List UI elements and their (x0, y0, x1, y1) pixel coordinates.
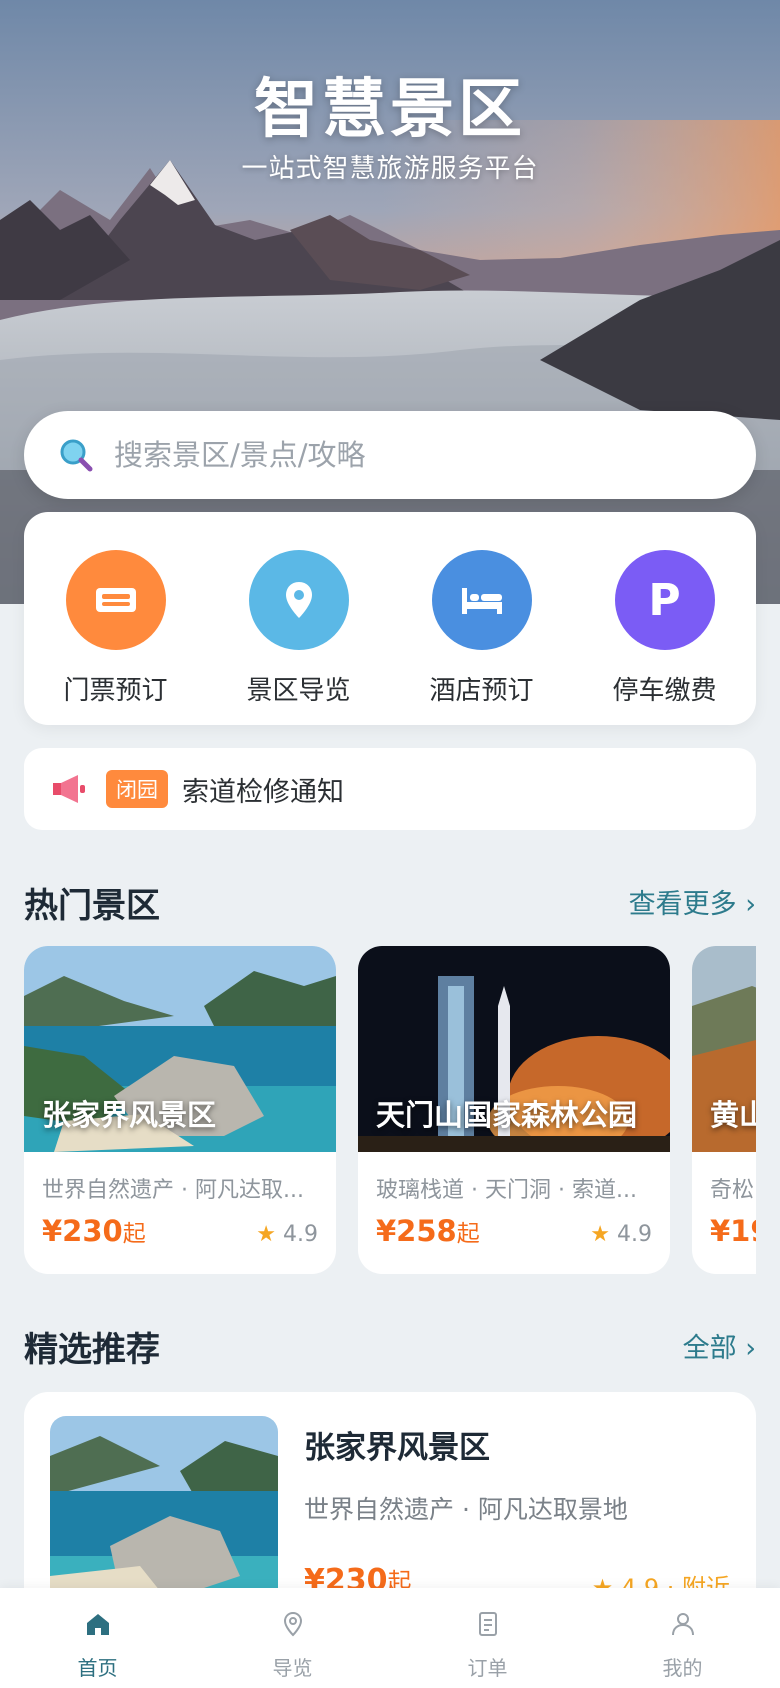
notice-tag: 闭园 (106, 770, 168, 808)
ticket-icon (65, 550, 166, 650)
hot-section-title: 热门景区 (24, 886, 160, 926)
location-pin-icon (248, 550, 349, 650)
hot-carousel[interactable]: 张家界风景区 世界自然遗产 · 阿凡达取... ¥230起 ★ 4.9 天门山国… (24, 946, 756, 1274)
hot-card-price: ¥230起 (42, 1214, 146, 1248)
parking-icon: P (614, 550, 715, 650)
quick-action-label: 门票预订 (63, 676, 168, 706)
recommend-card-desc: 世界自然遗产 · 阿凡达取景地 (304, 1495, 628, 1524)
scenic-image: 黄山 (692, 946, 756, 1152)
document-icon (478, 1612, 497, 1636)
search-input[interactable] (112, 437, 716, 473)
quick-action-parking[interactable]: P 停车缴费 (585, 512, 745, 725)
hot-card[interactable]: 张家界风景区 世界自然遗产 · 阿凡达取... ¥230起 ★ 4.9 (24, 946, 336, 1274)
tab-home[interactable]: 首页 (0, 1588, 195, 1688)
tab-orders[interactable]: 订单 (390, 1588, 585, 1688)
hot-card-name: 天门山国家森林公园 (376, 1098, 638, 1132)
hot-see-more-link[interactable]: 查看更多 › (629, 882, 756, 921)
hot-card-desc: 玻璃栈道 · 天门洞 · 索道... (376, 1178, 637, 1203)
map-pin-icon (283, 1611, 302, 1637)
hot-card-price: ¥258起 (376, 1214, 480, 1248)
search-bar[interactable] (24, 411, 756, 499)
hot-card-desc: 奇松 (710, 1178, 755, 1203)
star-icon: ★ (590, 1222, 610, 1247)
bed-icon (431, 550, 532, 650)
recommend-all-link[interactable]: 全部 › (683, 1326, 756, 1365)
hot-card-desc: 世界自然遗产 · 阿凡达取... (42, 1178, 304, 1203)
quick-action-hotel[interactable]: 酒店预订 (402, 512, 562, 725)
hot-card-price: ¥19 (710, 1214, 756, 1248)
recommend-section-title: 精选推荐 (24, 1330, 160, 1370)
quick-action-label: 酒店预订 (429, 676, 534, 706)
user-icon (671, 1613, 694, 1636)
hot-card[interactable]: 天门山国家森林公园 玻璃栈道 · 天门洞 · 索道... ¥258起 ★ 4.9 (358, 946, 670, 1274)
quick-action-ticket[interactable]: 门票预订 (36, 512, 196, 725)
scenic-image: 张家界风景区 (24, 946, 336, 1152)
scenic-image: 天门山国家森林公园 (358, 946, 670, 1152)
quick-action-label: 景区导览 (246, 676, 351, 706)
star-icon: ★ (256, 1222, 276, 1247)
scenic-image (50, 1416, 278, 1616)
hot-card-name: 黄山 (710, 1098, 756, 1132)
quick-action-label: 停车缴费 (612, 676, 717, 706)
recommend-card-name: 张家界风景区 (304, 1430, 490, 1466)
app-subtitle: 一站式智慧旅游服务平台 (241, 154, 539, 184)
hot-card-name: 张家界风景区 (42, 1098, 217, 1132)
notice-text: 索道检修通知 (182, 776, 344, 808)
quick-actions: 门票预订 景区导览 酒店预订 P 停车缴费 (24, 512, 756, 725)
hot-card-rating: ★ 4.9 (590, 1222, 652, 1247)
quick-action-guide[interactable]: 景区导览 (219, 512, 379, 725)
app-title: 智慧景区 (254, 73, 526, 147)
tab-profile[interactable]: 我的 (585, 1588, 780, 1688)
notice-bar[interactable]: 闭园 索道检修通知 (24, 748, 756, 830)
hot-card[interactable]: 黄山 奇松 ¥19 (692, 946, 756, 1274)
bottom-tab-bar: 首页 导览 订单 我的 (0, 1588, 780, 1688)
home-icon (86, 1614, 109, 1635)
megaphone-icon (53, 775, 85, 803)
search-icon (60, 439, 93, 472)
hot-card-rating: ★ 4.9 (256, 1222, 318, 1247)
tab-guide[interactable]: 导览 (195, 1588, 390, 1688)
